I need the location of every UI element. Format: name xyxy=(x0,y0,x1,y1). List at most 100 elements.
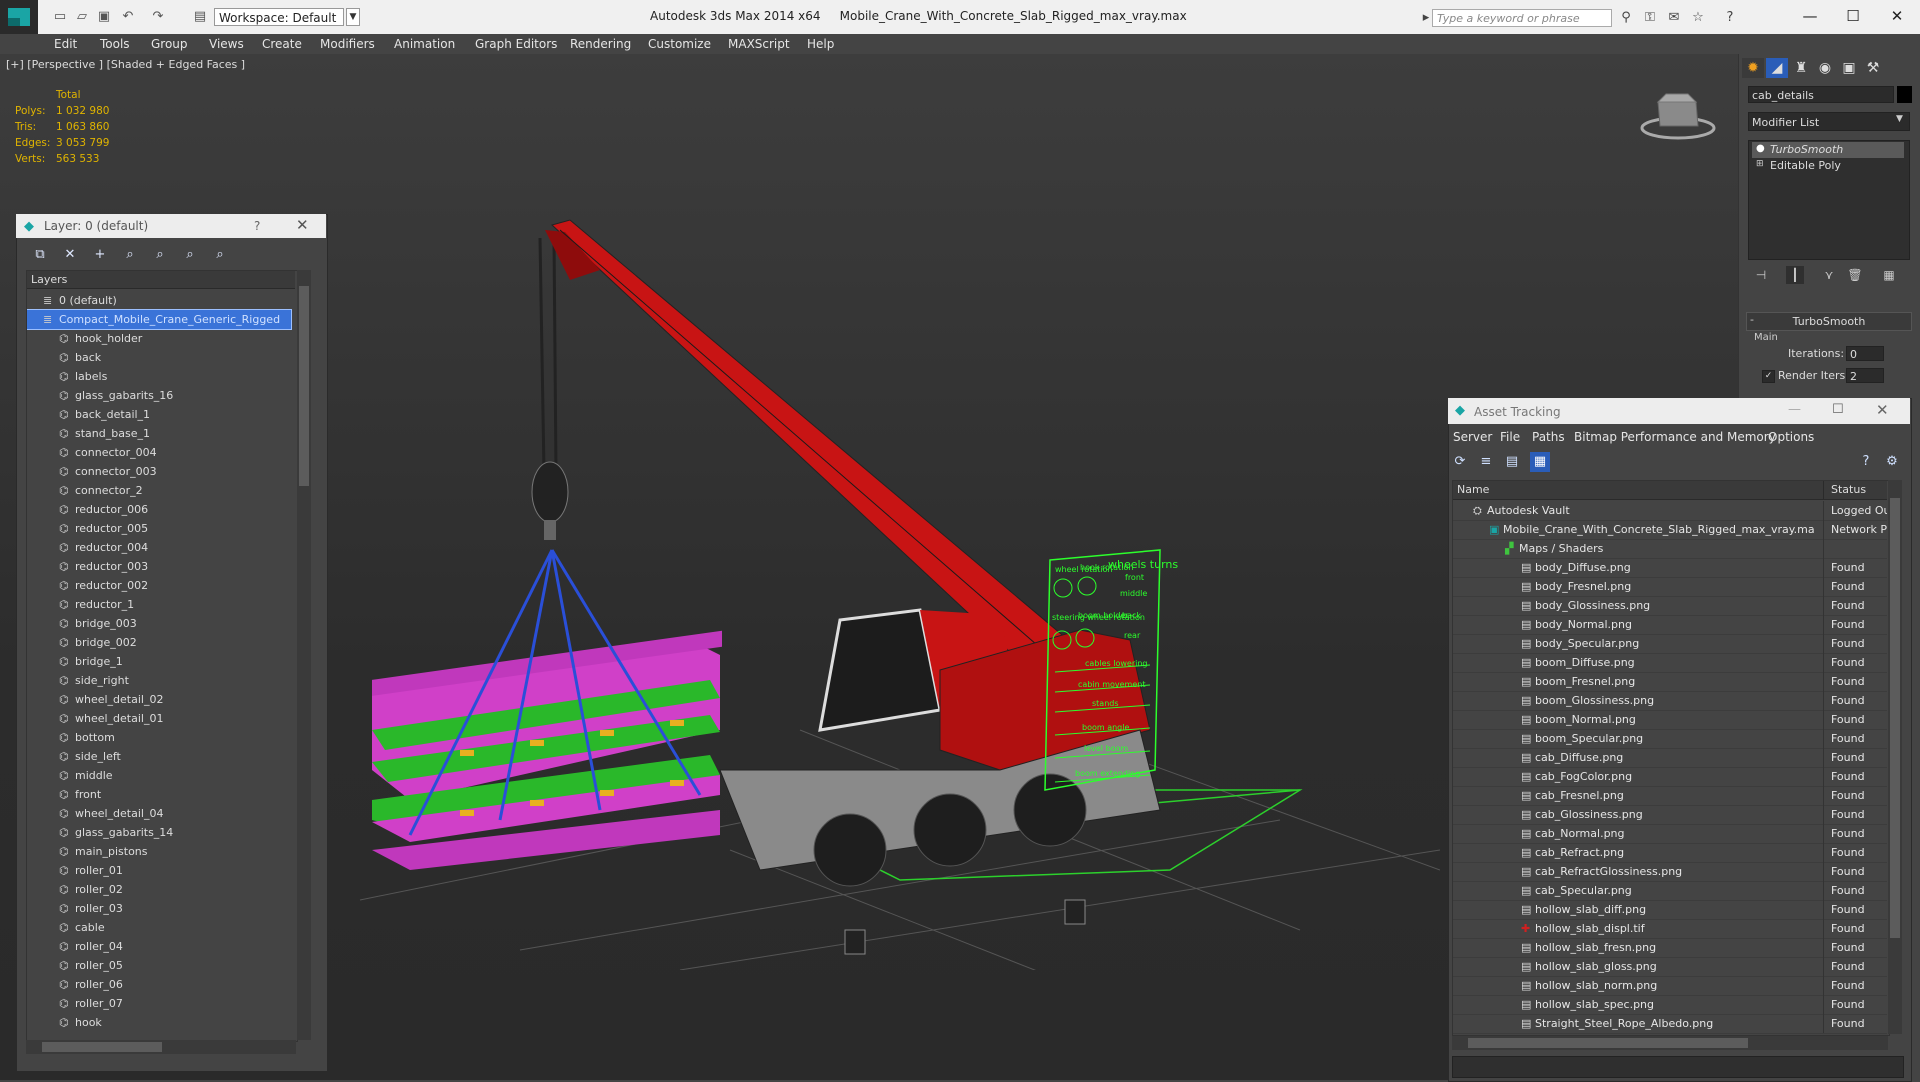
concrete-slab-stack[interactable] xyxy=(372,630,722,870)
layer-row[interactable]: ⌬ connector_004 xyxy=(27,443,291,462)
layer-row[interactable]: ⌬ labels xyxy=(27,367,291,386)
asset-row[interactable]: ▤ boom_Normal.png Found xyxy=(1453,710,1887,730)
asset-row[interactable]: ▤ body_Diffuse.png Found xyxy=(1453,558,1887,578)
pin-stack-icon[interactable]: ⊣ xyxy=(1752,266,1770,284)
layer-row[interactable]: ⌬ bridge_1 xyxy=(27,652,291,671)
column-divider[interactable] xyxy=(1823,481,1824,499)
layer-row[interactable]: ⌬ bottom xyxy=(27,728,291,747)
layer-row[interactable]: ⌬ glass_gabarits_16 xyxy=(27,386,291,405)
column-header-status[interactable]: Status xyxy=(1831,483,1866,496)
layer-row[interactable]: ⌬ side_right xyxy=(27,671,291,690)
refresh-icon[interactable]: ⟳ xyxy=(1450,452,1470,472)
layer-row[interactable]: ⌬ roller_01 xyxy=(27,861,291,880)
layer-row[interactable]: ⌬ reductor_006 xyxy=(27,500,291,519)
layer-panel-close-button[interactable]: ✕ xyxy=(296,216,309,234)
layer-row[interactable]: ⌬ hook_holder xyxy=(27,329,291,348)
menu-maxscript[interactable]: MAXScript xyxy=(728,34,790,54)
minimize-button[interactable]: — xyxy=(1795,6,1825,26)
close-button[interactable]: ✕ xyxy=(1882,6,1912,26)
menu-modifiers[interactable]: Modifiers xyxy=(320,34,375,54)
layer-row[interactable]: ≣ Compact_Mobile_Crane_Generic_Rigged xyxy=(27,309,292,330)
layer-row[interactable]: ⌬ back_detail_1 xyxy=(27,405,291,424)
asset-row[interactable]: ▤ hollow_slab_fresn.png Found xyxy=(1453,938,1887,958)
asset-minimize-button[interactable]: — xyxy=(1788,402,1801,417)
layer-row[interactable]: ⌬ roller_02 xyxy=(27,880,291,899)
layer-row[interactable]: ⌬ stand_base_1 xyxy=(27,424,291,443)
layer-list-horizontal-scrollbar[interactable] xyxy=(26,1040,296,1054)
asset-row[interactable]: ▤ cab_Normal.png Found xyxy=(1453,824,1887,844)
layer-row[interactable]: ⌬ roller_07 xyxy=(27,994,291,1013)
layer-row[interactable]: ⌬ bridge_003 xyxy=(27,614,291,633)
asset-row[interactable]: ▤ body_Fresnel.png Found xyxy=(1453,577,1887,597)
menu-graph-editors[interactable]: Graph Editors xyxy=(475,34,557,54)
asset-settings-icon[interactable]: ⚙ xyxy=(1882,452,1902,472)
layer-row[interactable]: ⌬ reductor_003 xyxy=(27,557,291,576)
viewcube-icon[interactable] xyxy=(1636,86,1716,142)
highlight-selected-layer-icon[interactable]: ⌕ xyxy=(150,246,170,264)
hide-all-layers-icon[interactable]: ⌕ xyxy=(180,246,200,264)
hierarchy-tab-icon[interactable]: ♜ xyxy=(1790,58,1812,78)
menu-tools[interactable]: Tools xyxy=(100,34,130,54)
layer-row[interactable]: ⌬ side_left xyxy=(27,747,291,766)
asset-row[interactable]: ▤ cab_Glossiness.png Found xyxy=(1453,805,1887,825)
menu-animation[interactable]: Animation xyxy=(394,34,455,54)
layers-column-header[interactable]: Layers xyxy=(27,271,295,289)
asset-menu-bitmap-performance[interactable]: Bitmap Performance and Memory xyxy=(1574,428,1776,446)
workspace-dropdown-arrow-icon[interactable]: ▼ xyxy=(346,8,360,26)
expand-plus-icon[interactable]: ⊞ xyxy=(1756,159,1764,169)
asset-row[interactable]: ▤ body_Specular.png Found xyxy=(1453,634,1887,654)
object-name-field[interactable]: cab_details xyxy=(1748,86,1894,103)
layer-row[interactable]: ⌬ reductor_1 xyxy=(27,595,291,614)
asset-row[interactable]: ▤ cab_Refract.png Found xyxy=(1453,843,1887,863)
column-header-name[interactable]: Name xyxy=(1457,483,1489,496)
crane-boom[interactable] xyxy=(545,219,1081,681)
iterations-spinner[interactable]: 0 xyxy=(1846,346,1884,361)
project-folder-icon[interactable]: ▤ xyxy=(192,9,208,25)
rollout-collapse-icon[interactable]: - xyxy=(1750,313,1754,326)
binoculars-icon[interactable]: ⚲ xyxy=(1618,10,1634,26)
layer-row[interactable]: ⌬ glass_gabarits_14 xyxy=(27,823,291,842)
turbosmooth-rollout-header[interactable]: TurboSmooth xyxy=(1746,312,1912,331)
help-icon[interactable]: ? xyxy=(1722,10,1738,26)
asset-menu-paths[interactable]: Paths xyxy=(1532,428,1565,446)
remove-modifier-icon[interactable]: 🗑 xyxy=(1846,266,1864,284)
configure-modifier-sets-icon[interactable]: ▦ xyxy=(1880,266,1898,284)
menu-help[interactable]: Help xyxy=(807,34,834,54)
menu-create[interactable]: Create xyxy=(262,34,302,54)
menu-views[interactable]: Views xyxy=(209,34,244,54)
asset-row[interactable]: ▣ Mobile_Crane_With_Concrete_Slab_Rigged_… xyxy=(1453,520,1887,540)
communication-center-icon[interactable]: ✉ xyxy=(1666,10,1682,26)
viewport-label[interactable]: [+] [Perspective ] [Shaded + Edged Faces… xyxy=(6,58,245,71)
add-selected-to-layer-icon[interactable]: + xyxy=(90,246,110,264)
asset-horizontal-scrollbar[interactable] xyxy=(1452,1036,1888,1050)
asset-row[interactable]: ✚ hollow_slab_displ.tif Found xyxy=(1453,919,1887,939)
redo-icon[interactable]: ↷ xyxy=(150,9,166,25)
layer-row[interactable]: ⌬ main_pistons xyxy=(27,842,291,861)
layer-row[interactable]: ⌬ roller_03 xyxy=(27,899,291,918)
infocenter-search-input[interactable]: Type a keyword or phrase xyxy=(1432,9,1612,27)
list-view-icon[interactable]: ≡ xyxy=(1476,452,1496,472)
asset-row[interactable]: ▤ cab_RefractGlossiness.png Found xyxy=(1453,862,1887,882)
hook-block[interactable] xyxy=(531,237,569,540)
layer-row[interactable]: ⌬ roller_04 xyxy=(27,937,291,956)
table-view-icon[interactable]: ▦ xyxy=(1530,452,1550,472)
asset-row[interactable]: ▤ cab_FogColor.png Found xyxy=(1453,767,1887,787)
layer-row[interactable]: ⌬ roller_05 xyxy=(27,956,291,975)
layer-row[interactable]: ⌬ reductor_005 xyxy=(27,519,291,538)
asset-maximize-button[interactable]: ☐ xyxy=(1832,402,1844,417)
show-end-result-icon[interactable]: ┃ xyxy=(1786,266,1804,284)
asset-row[interactable]: ⛭ Autodesk Vault Logged Ou xyxy=(1453,501,1887,521)
display-tab-icon[interactable]: ▣ xyxy=(1838,58,1860,78)
layer-panel-help-button[interactable]: ? xyxy=(254,219,260,233)
favorites-star-icon[interactable]: ☆ xyxy=(1690,10,1706,26)
asset-row[interactable]: ▤ cab_Fresnel.png Found xyxy=(1453,786,1887,806)
modify-tab-icon[interactable]: ◢ xyxy=(1766,58,1788,78)
save-file-icon[interactable]: ▣ xyxy=(96,9,112,25)
make-unique-icon[interactable]: ⋎ xyxy=(1820,266,1838,284)
stack-item-turbosmooth[interactable]: TurboSmooth xyxy=(1752,142,1904,158)
layer-row[interactable]: ≣ 0 (default) xyxy=(27,291,291,310)
asset-row[interactable]: ▤ Straight_Steel_Rope_Albedo.png Found xyxy=(1453,1014,1887,1034)
asset-row[interactable]: ▤ boom_Fresnel.png Found xyxy=(1453,672,1887,692)
layer-row[interactable]: ⌬ hook xyxy=(27,1013,291,1032)
stack-item-editable-poly[interactable]: Editable Poly xyxy=(1752,158,1904,174)
